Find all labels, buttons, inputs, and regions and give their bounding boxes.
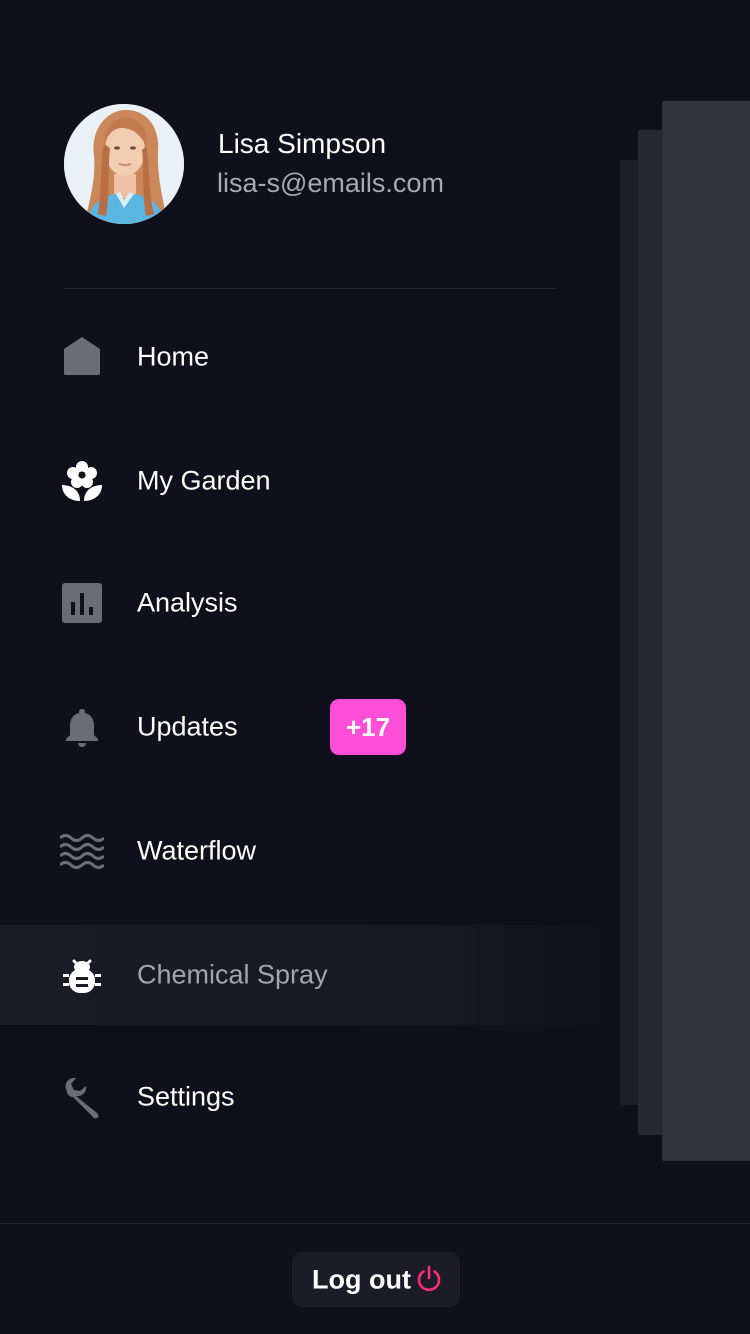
background-screen-card-front[interactable] — [662, 101, 750, 1161]
menu-item-label: Waterflow — [137, 835, 257, 866]
profile-name: Lisa Simpson — [218, 128, 387, 159]
updates-count-badge: +17 — [330, 699, 406, 755]
user-avatar-photo — [64, 104, 184, 224]
menu-item-label: My Garden — [137, 465, 271, 496]
bug-icon — [60, 953, 104, 997]
home-icon — [60, 335, 104, 379]
footer-divider — [0, 1223, 750, 1224]
wrench-icon — [60, 1075, 104, 1119]
menu-item-label: Chemical Spray — [137, 959, 328, 990]
bar-chart-icon — [60, 581, 104, 625]
waves-icon — [60, 829, 104, 873]
logout-label: Log out — [312, 1264, 411, 1294]
user-profile[interactable]: Lisa Simpson lisa-s@emails.com — [64, 104, 564, 226]
bell-icon — [60, 705, 104, 749]
menu-item-my-garden[interactable]: My Garden — [0, 431, 610, 531]
menu-item-settings[interactable]: Settings — [0, 1047, 610, 1147]
menu-item-waterflow[interactable]: Waterflow — [0, 801, 610, 901]
menu-item-label: Settings — [137, 1081, 235, 1112]
menu-item-home[interactable]: Home — [0, 307, 610, 407]
power-icon — [414, 1264, 444, 1294]
flower-icon — [60, 459, 104, 503]
profile-divider — [64, 288, 556, 289]
avatar[interactable] — [64, 104, 184, 224]
logout-button[interactable]: Log out — [292, 1252, 460, 1307]
menu-item-label: Home — [137, 341, 210, 372]
menu-item-updates[interactable]: Updates +17 — [0, 677, 610, 777]
menu-item-analysis[interactable]: Analysis — [0, 553, 610, 653]
profile-email: lisa-s@emails.com — [217, 168, 444, 198]
menu-item-label: Analysis — [137, 587, 238, 618]
menu-item-chemical-spray[interactable]: Chemical Spray — [0, 925, 610, 1025]
menu-item-label: Updates — [137, 711, 238, 742]
